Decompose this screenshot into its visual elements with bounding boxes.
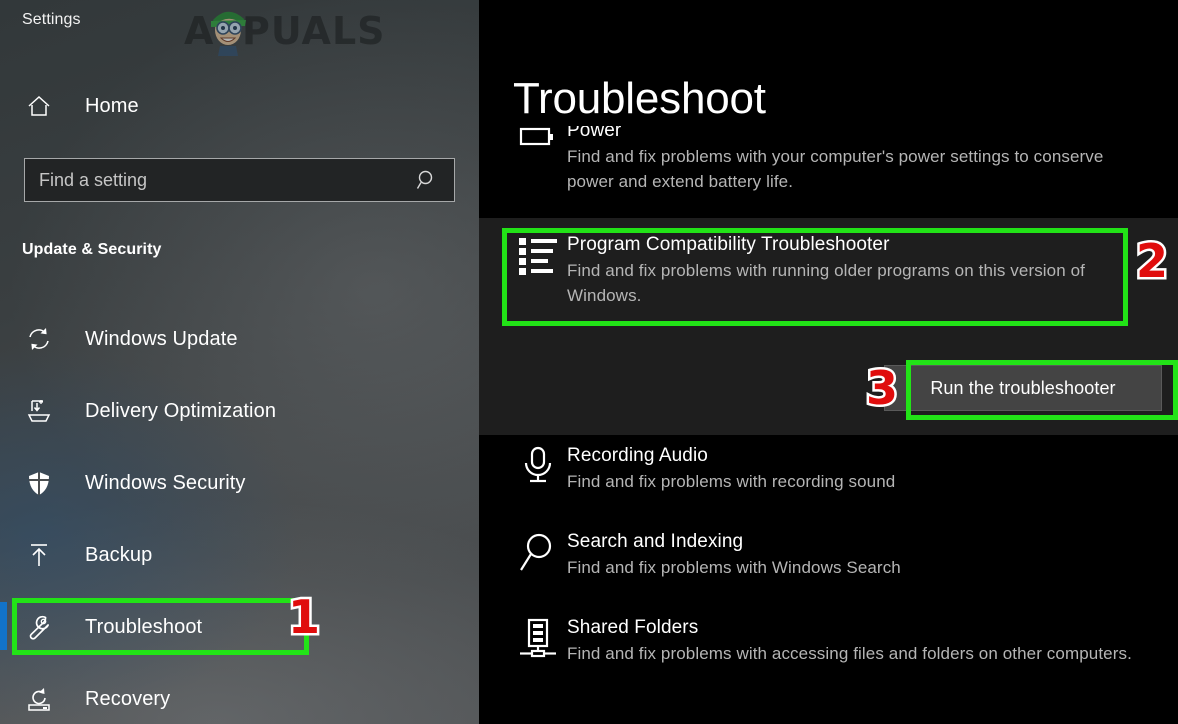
troubleshoot-item-recording-audio-desc: Find and fix problems with recording sou… (567, 472, 896, 491)
run-troubleshooter-button[interactable]: Run the troubleshooter (884, 365, 1162, 411)
search-box[interactable] (24, 158, 455, 202)
settings-window: Settings A PUALS Home Find a setting Upd… (0, 0, 1178, 724)
sidebar-item-windows-update[interactable]: Windows Update (0, 310, 479, 368)
window-title: Settings (22, 11, 81, 28)
troubleshoot-item-search-and-indexing-name: Search and Indexing (567, 531, 744, 552)
server-network-icon (509, 615, 567, 666)
troubleshoot-item-power-text: Power Find and fix problems with your co… (567, 118, 1178, 194)
troubleshoot-item-program-compatibility-text: Program Compatibility Troubleshooter Fin… (567, 232, 1178, 308)
troubleshoot-item-recording-audio[interactable]: Recording Audio Find and fix problems wi… (479, 443, 1178, 494)
troubleshoot-item-program-compatibility[interactable]: Program Compatibility Troubleshooter Fin… (479, 218, 1178, 435)
svg-text:A: A (184, 9, 214, 53)
sidebar-item-recovery[interactable]: Recovery (0, 670, 479, 724)
troubleshoot-item-shared-folders-text: Shared Folders Find and fix problems wit… (567, 615, 1178, 666)
shield-icon (22, 469, 56, 497)
delivery-icon (22, 397, 56, 425)
sidebar-item-troubleshoot-label: Troubleshoot (85, 615, 203, 638)
sidebar-item-windows-security[interactable]: Windows Security (0, 454, 479, 512)
sidebar-item-home[interactable]: Home (0, 86, 479, 126)
troubleshoot-item-program-compatibility-desc: Find and fix problems with running older… (567, 261, 1085, 305)
sidebar-item-windows-security-label: Windows Security (85, 471, 246, 494)
sidebar-item-recovery-label: Recovery (85, 687, 171, 710)
troubleshoot-item-search-and-indexing-text: Search and Indexing Find and fix problem… (567, 529, 1178, 580)
troubleshoot-item-program-compatibility-name: Program Compatibility Troubleshooter (567, 234, 890, 255)
sidebar-item-home-label: Home (85, 94, 139, 117)
search-icon[interactable] (416, 169, 438, 191)
list-icon (509, 232, 567, 308)
troubleshoot-list[interactable]: Power Find and fix problems with your co… (479, 0, 1178, 724)
main-content: Power Find and fix problems with your co… (479, 0, 1178, 724)
sidebar-group-header: Update & Security (22, 241, 162, 258)
sidebar-item-delivery-optimization[interactable]: Delivery Optimization (0, 382, 479, 440)
troubleshoot-item-shared-folders-desc: Find and fix problems with accessing fil… (567, 644, 1132, 663)
search-input[interactable] (25, 169, 416, 191)
troubleshoot-item-shared-folders-name: Shared Folders (567, 617, 699, 638)
home-icon (22, 94, 56, 118)
refresh-icon (22, 325, 56, 353)
sidebar-item-backup[interactable]: Backup (0, 526, 479, 584)
magnifier-icon (509, 529, 567, 580)
appuals-watermark: A PUALS (184, 9, 386, 56)
troubleshoot-item-program-compatibility-row[interactable]: Program Compatibility Troubleshooter Fin… (479, 232, 1178, 308)
troubleshoot-item-recording-audio-text: Recording Audio Find and fix problems wi… (567, 443, 1178, 494)
troubleshoot-item-shared-folders[interactable]: Shared Folders Find and fix problems wit… (479, 615, 1178, 666)
appuals-mascot-icon (211, 11, 246, 56)
troubleshoot-item-recording-audio-name: Recording Audio (567, 445, 708, 466)
troubleshoot-item-search-and-indexing-desc: Find and fix problems with Windows Searc… (567, 558, 901, 577)
svg-text:PUALS: PUALS (242, 9, 386, 53)
sidebar-item-delivery-optimization-label: Delivery Optimization (85, 399, 277, 422)
battery-icon (509, 118, 567, 194)
sidebar-item-troubleshoot[interactable]: Troubleshoot (0, 598, 479, 656)
settings-sidebar: Settings A PUALS Home Find a setting Upd… (0, 0, 479, 724)
upload-arrow-icon (22, 541, 56, 569)
wrench-icon (22, 613, 56, 641)
microphone-icon (509, 443, 567, 494)
sidebar-item-windows-update-label: Windows Update (85, 327, 238, 350)
page-title: Troubleshoot (513, 72, 780, 126)
troubleshoot-item-power[interactable]: Power Find and fix problems with your co… (479, 118, 1178, 194)
sidebar-selection-indicator (0, 602, 7, 650)
troubleshoot-item-search-and-indexing[interactable]: Search and Indexing Find and fix problem… (479, 529, 1178, 580)
troubleshoot-item-power-desc: Find and fix problems with your computer… (567, 147, 1104, 191)
recovery-icon (22, 685, 56, 713)
sidebar-item-backup-label: Backup (85, 543, 153, 566)
